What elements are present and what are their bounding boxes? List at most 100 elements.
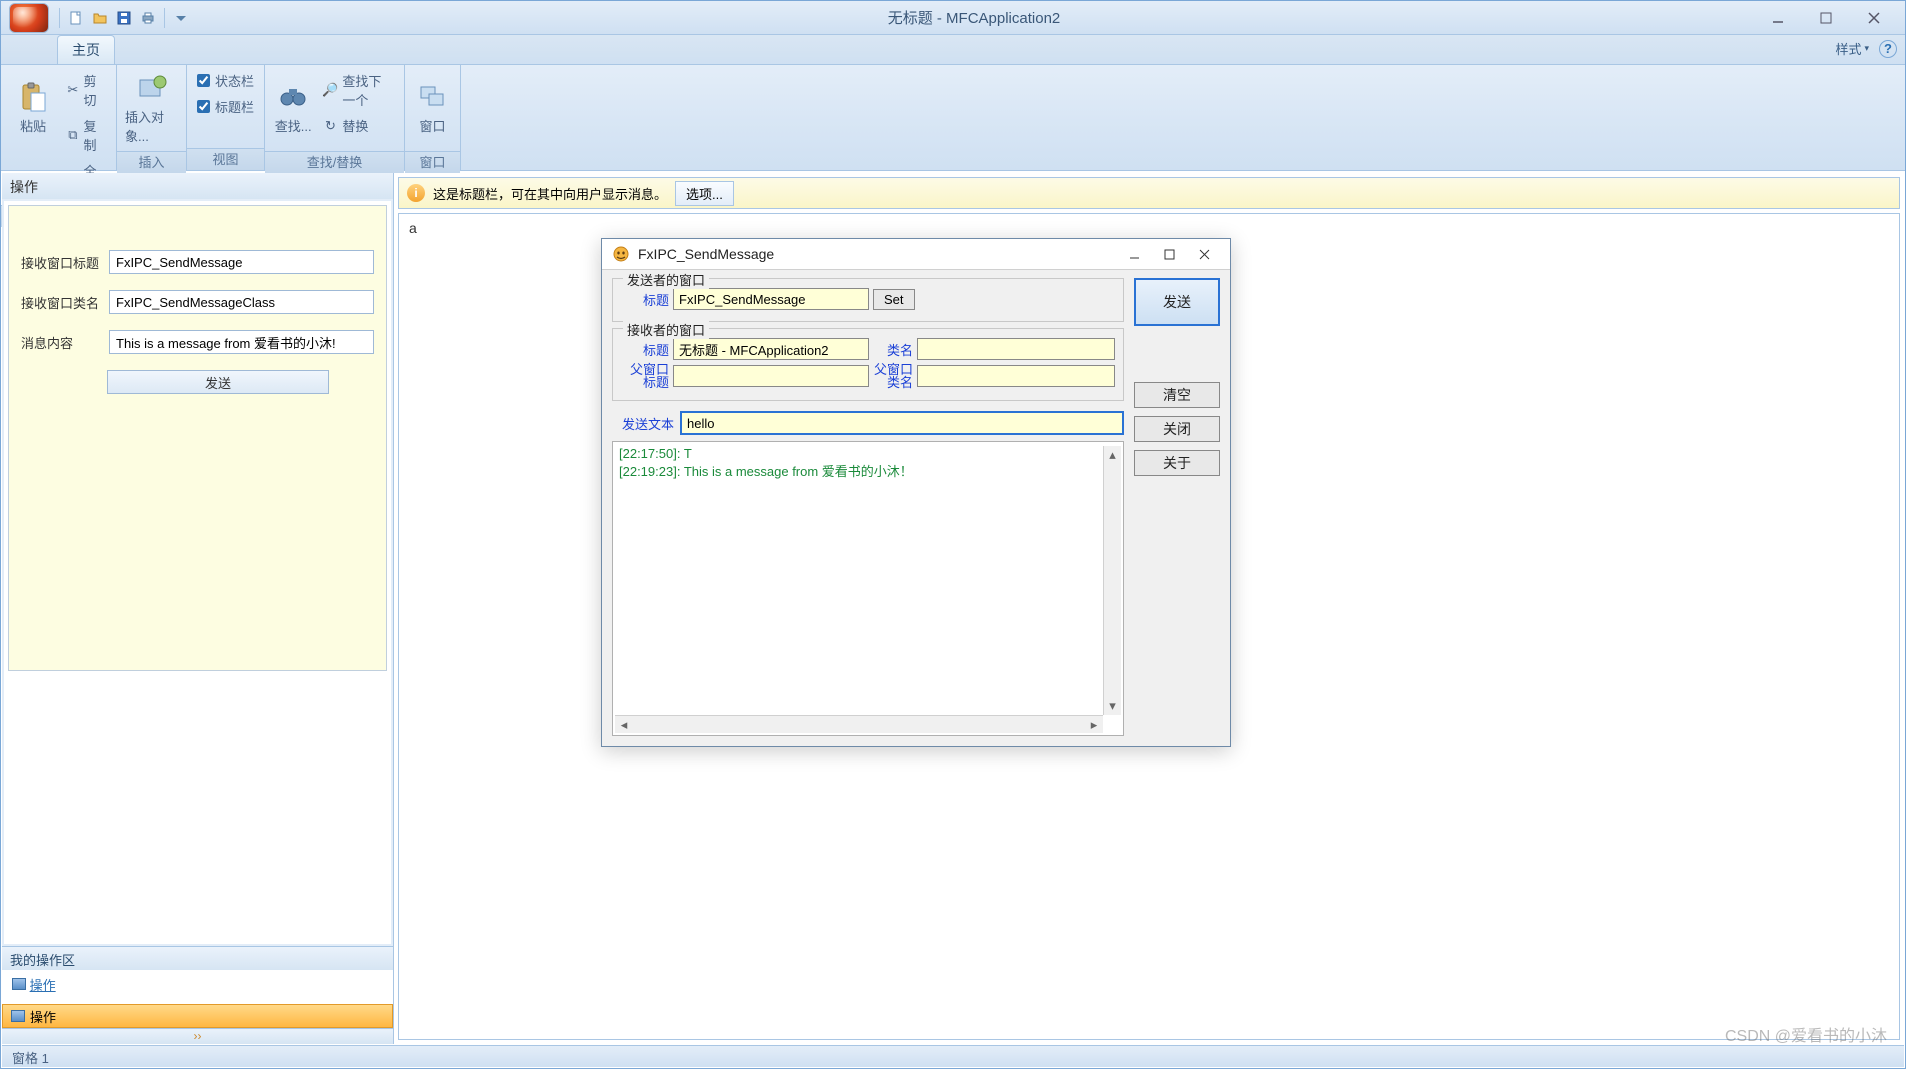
recv-title-input[interactable] — [109, 250, 374, 274]
paste-icon — [17, 81, 49, 113]
dialog-maximize-button[interactable] — [1153, 243, 1185, 265]
app-title: 无标题 - MFCApplication2 — [193, 7, 1755, 28]
canvas-text: a — [409, 220, 417, 236]
panel-icon — [12, 978, 26, 990]
replace-button[interactable]: ↻替换 — [319, 114, 396, 137]
scroll-left-icon[interactable]: ◂ — [615, 716, 633, 733]
sender-legend: 发送者的窗口 — [623, 270, 709, 289]
ribbon: 粘贴 ✂剪切 ⧉复制 ▦全选 剪贴板 插入对象... 插入 — [1, 65, 1905, 171]
dialog-minimize-button[interactable] — [1118, 243, 1150, 265]
dlg-send-button[interactable]: 发送 — [1134, 278, 1220, 326]
copy-button[interactable]: ⧉复制 — [63, 114, 108, 156]
msg-content-input[interactable] — [109, 330, 374, 354]
tab-home[interactable]: 主页 — [57, 35, 115, 64]
active-panel-item[interactable]: 操作 — [2, 1004, 393, 1028]
recv-class-label: 接收窗口类名 — [21, 293, 101, 312]
sender-title-input[interactable] — [673, 288, 869, 310]
dlg-about-button[interactable]: 关于 — [1134, 450, 1220, 476]
fxipc-dialog: FxIPC_SendMessage 发送者的窗口 标题 Set 接收者的 — [601, 238, 1231, 747]
dlg-clear-button[interactable]: 清空 — [1134, 382, 1220, 408]
save-icon[interactable] — [114, 8, 134, 28]
status-bar: 窗格 1 — [2, 1045, 1904, 1067]
captionbar-checkbox[interactable]: 标题栏 — [195, 95, 256, 118]
dlg-close-button2[interactable]: 关闭 — [1134, 416, 1220, 442]
scroll-up-icon[interactable]: ▴ — [1104, 446, 1121, 464]
expand-chevrons-icon[interactable]: ›› — [2, 1028, 393, 1044]
copy-icon: ⧉ — [66, 127, 79, 143]
set-button[interactable]: Set — [873, 289, 915, 310]
log-line: [22:17:50]: T — [619, 446, 1117, 461]
findnext-icon: 🔎 — [322, 82, 338, 98]
sender-group: 发送者的窗口 标题 Set — [612, 278, 1124, 322]
cut-button[interactable]: ✂剪切 — [63, 69, 108, 111]
group-label-findreplace: 查找/替换 — [265, 151, 404, 173]
horizontal-scrollbar[interactable]: ◂ ▸ — [615, 715, 1103, 733]
scroll-right-icon[interactable]: ▸ — [1085, 716, 1103, 733]
scroll-down-icon[interactable]: ▾ — [1104, 697, 1121, 715]
parent-title-label: 父窗口 标题 — [621, 363, 669, 389]
left-panel: 操作 接收窗口标题 接收窗口类名 消息内容 发送 — [2, 173, 394, 1044]
window-button[interactable]: 窗口 — [413, 69, 452, 147]
dialog-app-icon — [612, 245, 630, 263]
panel-icon — [11, 1010, 25, 1022]
leftpanel-send-button[interactable]: 发送 — [107, 370, 329, 394]
minimize-button[interactable] — [1755, 6, 1801, 30]
qat-divider2 — [164, 8, 165, 28]
sender-title-label: 标题 — [621, 290, 669, 309]
app-window: 无标题 - MFCApplication2 主页 样式 ▾ ? 粘贴 ✂剪切 — [0, 0, 1906, 1069]
dlg-recv-class-input[interactable] — [917, 338, 1115, 360]
print-icon[interactable] — [138, 8, 158, 28]
new-document-icon[interactable] — [66, 8, 86, 28]
maximize-button[interactable] — [1803, 6, 1849, 30]
info-icon: i — [407, 184, 425, 202]
scissors-icon: ✂ — [66, 82, 79, 98]
paste-button[interactable]: 粘贴 — [9, 69, 57, 147]
findnext-button[interactable]: 🔎查找下一个 — [319, 69, 396, 111]
receiver-group: 接收者的窗口 标题 类名 父窗口 标题 父窗口 类名 — [612, 328, 1124, 401]
infobar-text: 这是标题栏，可在其中向用户显示消息。 — [433, 184, 667, 203]
open-folder-icon[interactable] — [90, 8, 110, 28]
insert-object-icon — [136, 72, 168, 104]
parent-title-input[interactable] — [673, 365, 869, 387]
receiver-legend: 接收者的窗口 — [623, 320, 709, 339]
vertical-scrollbar[interactable]: ▴ ▾ — [1103, 446, 1121, 715]
options-button[interactable]: 选项... — [675, 181, 734, 206]
dlg-recv-title-input[interactable] — [673, 338, 869, 360]
ops-link[interactable]: 操作 — [30, 978, 56, 993]
dialog-titlebar[interactable]: FxIPC_SendMessage — [602, 239, 1230, 270]
left-panel-header: 操作 — [2, 173, 393, 199]
close-button[interactable] — [1851, 6, 1897, 30]
msg-content-label: 消息内容 — [21, 333, 101, 352]
windows-icon — [417, 81, 449, 113]
quick-access-toolbar: 无标题 - MFCApplication2 — [1, 1, 1905, 35]
replace-icon: ↻ — [322, 118, 338, 134]
binoculars-icon — [277, 81, 309, 113]
customize-qat-dropdown-icon[interactable] — [171, 8, 191, 28]
ribbon-tabs: 主页 样式 ▾ ? — [1, 35, 1905, 65]
find-button[interactable]: 查找... — [273, 69, 313, 147]
group-label-view: 视图 — [187, 148, 264, 170]
style-dropdown[interactable]: 样式 ▾ — [1835, 39, 1869, 58]
orb-button[interactable] — [9, 3, 49, 33]
log-textbox[interactable]: [22:17:50]: T [22:19:23]: This is a mess… — [612, 441, 1124, 736]
active-panel-label: 操作 — [30, 1007, 56, 1026]
qat-divider — [59, 8, 60, 28]
sendtext-label: 发送文本 — [612, 414, 674, 433]
group-label-window: 窗口 — [405, 151, 460, 173]
sendtext-input[interactable] — [680, 411, 1124, 435]
help-button[interactable]: ? — [1879, 40, 1897, 58]
group-label-insert: 插入 — [117, 151, 186, 173]
ops-link-area: 操作 — [2, 970, 393, 1004]
recv-class-input[interactable] — [109, 290, 374, 314]
my-ops-section-header[interactable]: 我的操作区 — [2, 946, 393, 970]
statusbar-checkbox[interactable]: 状态栏 — [195, 69, 256, 92]
parent-class-input[interactable] — [917, 365, 1115, 387]
status-text: 窗格 1 — [12, 1051, 49, 1066]
recv-class-label: 类名 — [873, 340, 913, 359]
recv-title-label: 标题 — [621, 340, 669, 359]
parent-class-label: 父窗口 类名 — [873, 363, 913, 389]
insert-object-button[interactable]: 插入对象... — [125, 69, 178, 147]
window-system-buttons — [1755, 6, 1897, 30]
dialog-title: FxIPC_SendMessage — [638, 246, 1110, 262]
dialog-close-button[interactable] — [1188, 243, 1220, 265]
